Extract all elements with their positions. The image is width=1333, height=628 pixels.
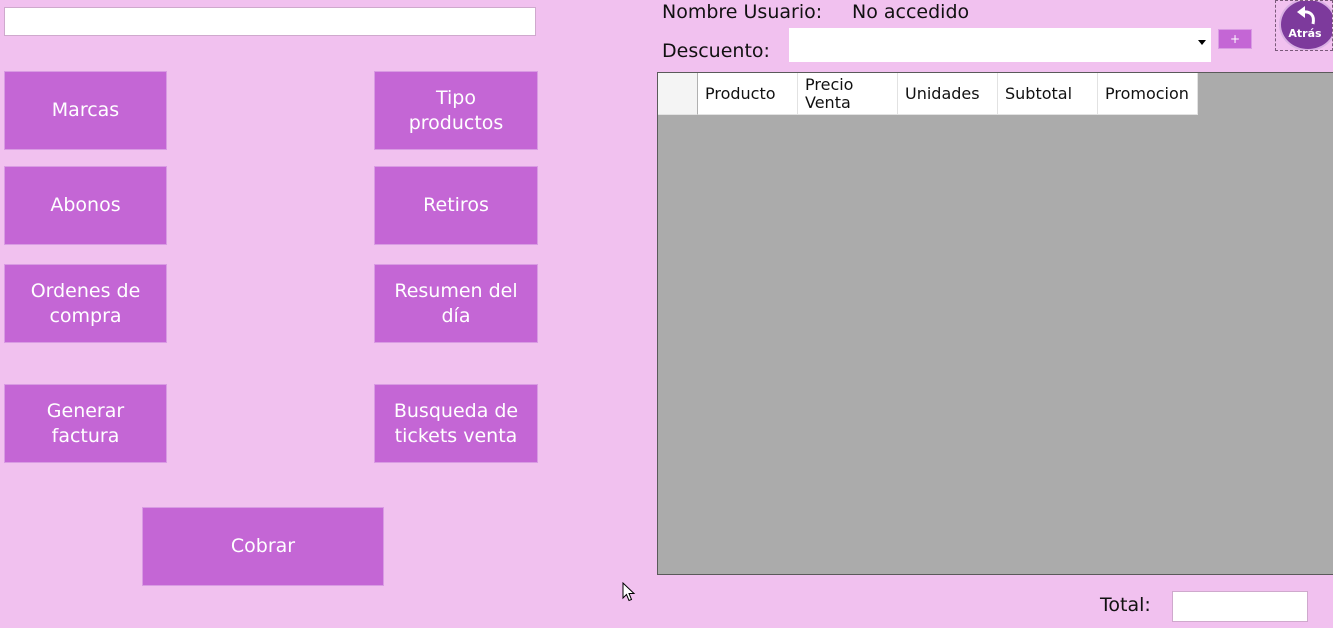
add-discount-button[interactable]: + bbox=[1218, 29, 1252, 49]
column-header-producto[interactable]: Producto bbox=[698, 73, 798, 115]
tipo-productos-button[interactable]: Tipo productos bbox=[374, 71, 538, 150]
mouse-pointer-icon bbox=[622, 582, 636, 602]
user-name-value: No accedido bbox=[852, 1, 970, 23]
column-header-precio-venta[interactable]: Precio Venta bbox=[798, 73, 898, 115]
discount-select[interactable] bbox=[789, 28, 1211, 62]
cobrar-button[interactable]: Cobrar bbox=[142, 507, 384, 586]
grid-corner-cell[interactable] bbox=[658, 73, 698, 115]
discount-label: Descuento: bbox=[662, 40, 770, 62]
ordenes-compra-button[interactable]: Ordenes de compra bbox=[4, 264, 167, 343]
back-button[interactable]: Atrás bbox=[1275, 0, 1333, 51]
products-grid[interactable]: Producto Precio Venta Unidades Subtotal … bbox=[657, 72, 1333, 575]
column-header-promocion[interactable]: Promocion bbox=[1098, 73, 1198, 115]
back-arrow-icon bbox=[1297, 6, 1315, 25]
total-field[interactable] bbox=[1172, 591, 1308, 622]
retiros-button[interactable]: Retiros bbox=[374, 166, 538, 245]
column-header-unidades[interactable]: Unidades bbox=[898, 73, 998, 115]
back-button-circle bbox=[1279, 1, 1332, 50]
generar-factura-button[interactable]: Generar factura bbox=[4, 384, 167, 463]
total-label: Total: bbox=[1100, 594, 1151, 616]
back-label: Atrás bbox=[1288, 27, 1322, 40]
abonos-button[interactable]: Abonos bbox=[4, 166, 167, 245]
grid-header-row: Producto Precio Venta Unidades Subtotal … bbox=[658, 73, 1198, 115]
dropdown-arrow-icon[interactable] bbox=[1198, 40, 1206, 45]
marcas-button[interactable]: Marcas bbox=[4, 71, 167, 150]
column-header-subtotal[interactable]: Subtotal bbox=[998, 73, 1098, 115]
user-name-label: Nombre Usuario: bbox=[662, 1, 823, 23]
busqueda-tickets-button[interactable]: Busqueda de tickets venta bbox=[374, 384, 538, 463]
resumen-dia-button[interactable]: Resumen del día bbox=[374, 264, 538, 343]
search-input[interactable] bbox=[4, 7, 536, 36]
